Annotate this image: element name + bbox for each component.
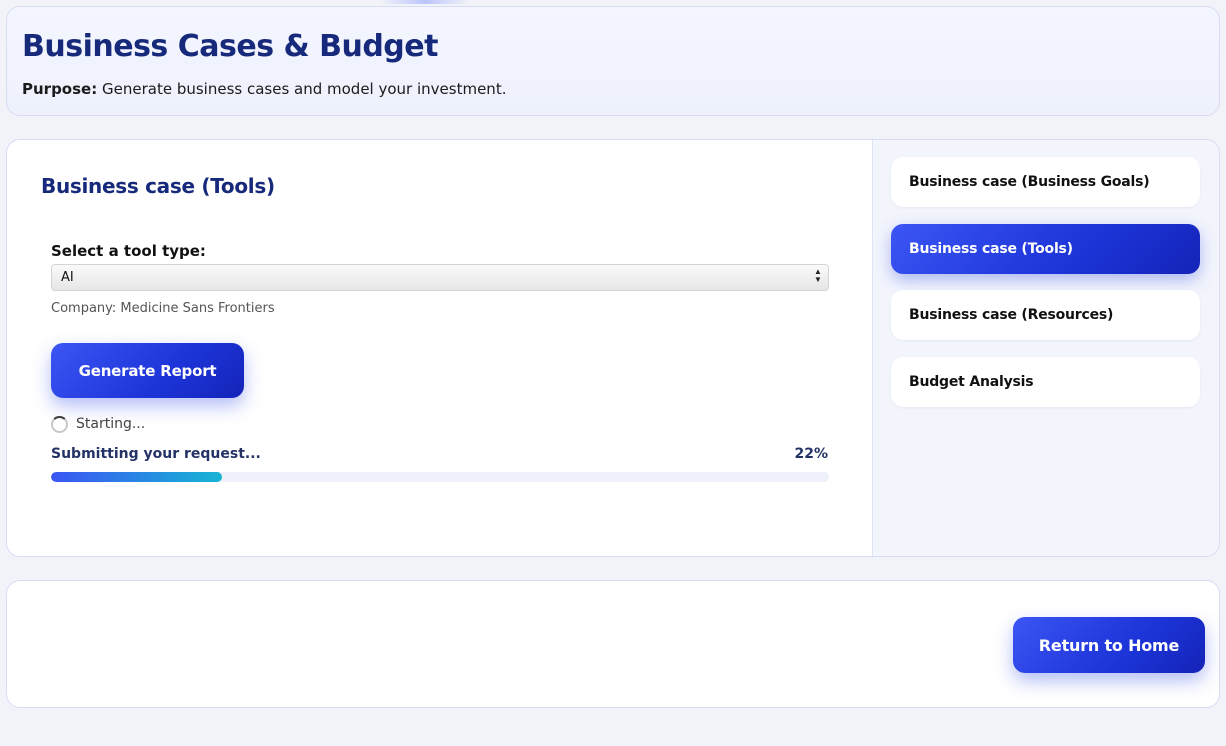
spinner-icon bbox=[51, 416, 68, 433]
status-text: Starting... bbox=[76, 416, 146, 432]
business-case-panel: Business case (Tools) Select a tool type… bbox=[6, 139, 1220, 557]
nav-item-business-goals[interactable]: Business case (Business Goals) bbox=[891, 157, 1200, 207]
business-case-nav: Business case (Business Goals) Business … bbox=[872, 140, 1219, 556]
tool-type-select[interactable]: AI ▲ ▼ bbox=[51, 264, 829, 291]
page-header: Business Cases & Budget Purpose: Generat… bbox=[6, 6, 1220, 116]
purpose-line: Purpose: Generate business cases and mod… bbox=[22, 80, 506, 98]
progress-bar bbox=[51, 472, 829, 482]
progress-bar-fill bbox=[51, 472, 223, 482]
select-arrows-icon: ▲ ▼ bbox=[814, 267, 822, 284]
nav-item-tools[interactable]: Business case (Tools) bbox=[891, 224, 1200, 274]
section-title: Business case (Tools) bbox=[41, 174, 275, 198]
tool-type-label: Select a tool type: bbox=[51, 242, 206, 260]
purpose-text: Generate business cases and model your i… bbox=[102, 80, 507, 98]
company-name: Company: Medicine Sans Frontiers bbox=[51, 301, 275, 316]
progress-percent: 22% bbox=[794, 446, 828, 462]
footer-panel: Return to Home bbox=[6, 580, 1220, 708]
top-glow-decoration bbox=[380, 0, 470, 4]
progress-label: Submitting your request... bbox=[51, 446, 261, 462]
generate-report-button[interactable]: Generate Report bbox=[51, 343, 244, 398]
page-title: Business Cases & Budget bbox=[22, 29, 438, 64]
nav-item-resources[interactable]: Business case (Resources) bbox=[891, 290, 1200, 340]
nav-item-budget-analysis[interactable]: Budget Analysis bbox=[891, 357, 1200, 407]
tool-type-value: AI bbox=[61, 270, 74, 285]
return-home-button[interactable]: Return to Home bbox=[1013, 617, 1205, 673]
purpose-label: Purpose: bbox=[22, 80, 98, 98]
